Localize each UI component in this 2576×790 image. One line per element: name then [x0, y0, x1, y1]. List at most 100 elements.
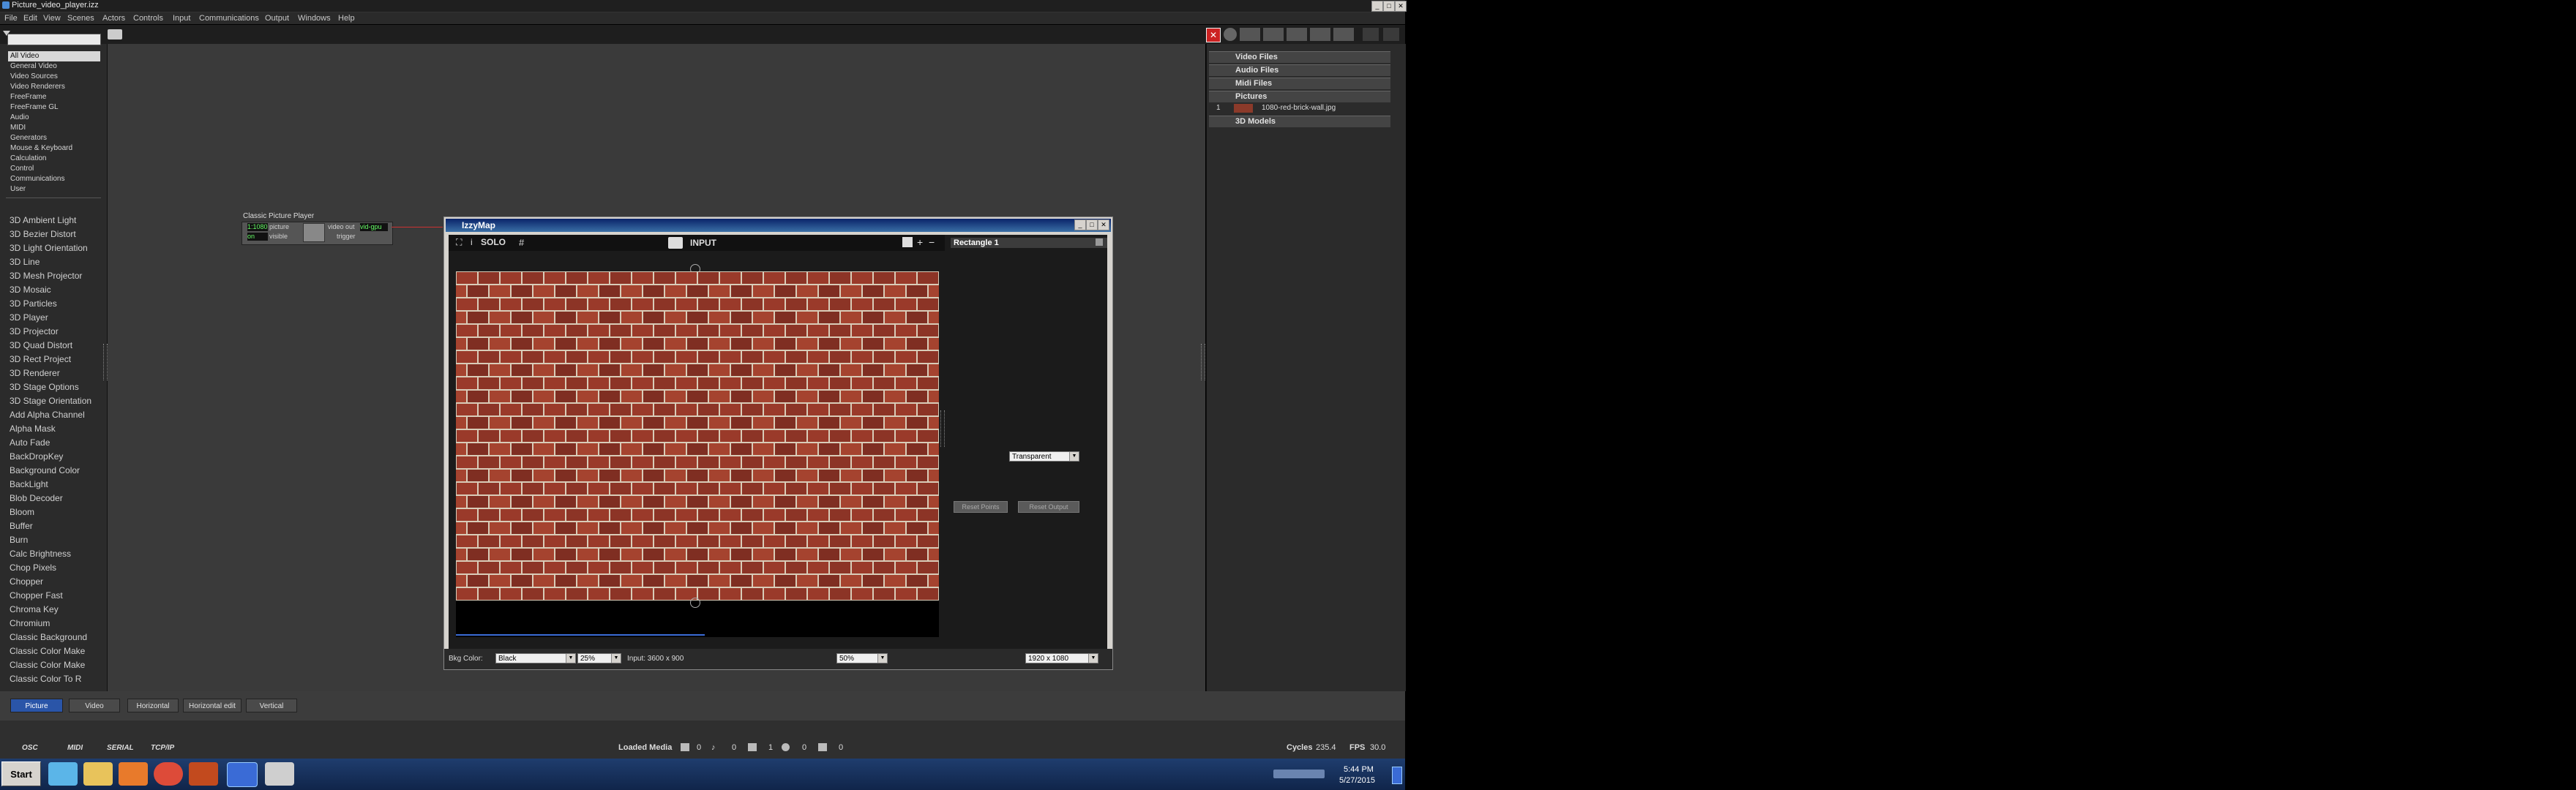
izzymap-maximize-button[interactable]: □ — [1086, 219, 1098, 230]
media-section-3d-models[interactable]: 3D Models — [1209, 116, 1390, 127]
paint-icon[interactable] — [265, 762, 294, 786]
media-section-audio-files[interactable]: Audio Files — [1209, 64, 1390, 76]
scene-tab[interactable]: Horizontal — [127, 699, 179, 712]
macro-icon[interactable] — [1333, 28, 1354, 41]
menu-input[interactable]: Input — [173, 14, 190, 23]
actor-item[interactable]: Chop Pixels — [10, 561, 97, 575]
actor-item[interactable]: Classic Background — [10, 631, 97, 644]
isadora-icon[interactable] — [227, 762, 258, 787]
reset-output-button[interactable]: Reset Output — [1018, 501, 1079, 513]
media-section-pictures[interactable]: Pictures — [1209, 91, 1390, 102]
right-splitter-handle[interactable] — [1201, 344, 1205, 380]
actor-item[interactable]: Chromium — [10, 617, 97, 631]
zoom-out-icon[interactable]: − — [929, 236, 935, 248]
izzymap-close-button[interactable]: ✕ — [1098, 219, 1109, 230]
powerpoint-icon[interactable] — [189, 762, 218, 786]
actor-item[interactable]: 3D Quad Distort — [10, 339, 97, 353]
zoom-select[interactable]: 50% ▼ — [836, 653, 888, 663]
category-item[interactable]: Communications — [8, 174, 100, 184]
add-scene-icon[interactable] — [1240, 28, 1260, 41]
actor-item[interactable]: BackDropKey — [10, 450, 97, 464]
clock-date[interactable]: 5/27/2015 — [1339, 776, 1375, 785]
category-item[interactable]: General Video — [8, 61, 100, 72]
input-camera-icon[interactable] — [668, 237, 683, 249]
actor-item[interactable]: Bloom — [10, 505, 97, 519]
actor-item[interactable]: 3D Mesh Projector — [10, 269, 97, 283]
actor-item[interactable]: Chopper Fast — [10, 589, 97, 603]
menu-windows[interactable]: Windows — [298, 14, 331, 23]
category-item[interactable]: FreeFrame — [8, 92, 100, 102]
scene-tab[interactable]: Horizontal edit — [183, 699, 242, 712]
actor-item[interactable]: BackLight — [10, 478, 97, 492]
actor-item[interactable]: Classic Color To R — [10, 672, 97, 686]
category-item[interactable]: MIDI — [8, 123, 100, 133]
bkg-opacity-select[interactable]: 25% ▼ — [577, 653, 621, 663]
actor-item[interactable]: 3D Renderer — [10, 366, 97, 380]
output-resolution-select[interactable]: 1920 x 1080 ▼ — [1025, 653, 1098, 663]
clock-time[interactable]: 5:44 PM — [1344, 765, 1374, 774]
menu-view[interactable]: View — [43, 14, 61, 23]
actor-item[interactable]: 3D Stage Options — [10, 380, 97, 394]
menu-edit[interactable]: Edit — [23, 14, 37, 23]
actor-item[interactable]: Calc Brightness — [10, 547, 97, 561]
show-desktop-button[interactable] — [1392, 767, 1402, 784]
menu-output[interactable]: Output — [265, 14, 289, 23]
picture-input-value[interactable]: 1:1080 — [247, 223, 268, 231]
media-section-midi-files[interactable]: Midi Files — [1209, 78, 1390, 89]
actor-item[interactable]: 3D Player — [10, 311, 97, 325]
visible-input-value[interactable]: on — [247, 233, 268, 241]
category-item[interactable]: User — [8, 184, 100, 195]
scene-nav-icon[interactable] — [1263, 28, 1284, 41]
media-player-icon[interactable] — [119, 762, 148, 786]
snapshot-icon[interactable] — [902, 237, 913, 247]
category-item[interactable]: All Video — [8, 51, 100, 61]
category-item[interactable]: Generators — [8, 133, 100, 143]
menu-controls[interactable]: Controls — [133, 14, 163, 23]
category-item[interactable]: Control — [8, 164, 100, 174]
pane-splitter-handle[interactable] — [940, 410, 945, 447]
menu-communications[interactable]: Communications — [199, 14, 259, 23]
actor-item[interactable]: Add Alpha Channel — [10, 408, 97, 422]
reset-points-button[interactable]: Reset Points — [954, 501, 1008, 513]
category-item[interactable]: Video Sources — [8, 72, 100, 82]
scene-tab[interactable]: Video — [69, 699, 120, 712]
zoom-in-icon[interactable]: + — [917, 236, 923, 248]
actor-item[interactable]: Buffer — [10, 519, 97, 533]
info-icon[interactable]: i — [471, 237, 473, 247]
category-item[interactable]: FreeFrame GL — [8, 102, 100, 113]
tray-icons[interactable] — [1273, 770, 1325, 778]
bottom-handle[interactable] — [690, 598, 700, 608]
close-button[interactable]: ✕ — [1395, 1, 1407, 12]
izzymap-title-bar[interactable]: IzzyMap _ □ ✕ — [446, 219, 1111, 232]
actor-item[interactable]: Chopper — [10, 575, 97, 589]
actor-item[interactable]: 3D Light Orientation — [10, 241, 97, 255]
izzymap-minimize-button[interactable]: _ — [1074, 219, 1086, 230]
category-item[interactable]: Video Renderers — [8, 82, 100, 92]
stop-icon[interactable]: ✕ — [1206, 28, 1221, 42]
actor-item[interactable]: Chroma Key — [10, 603, 97, 617]
grid-toggle-button[interactable]: # — [519, 237, 524, 248]
actor-item[interactable]: Blob Decoder — [10, 492, 97, 505]
actor-item[interactable]: Classic Color Make — [10, 644, 97, 658]
blend-mode-select[interactable]: Transparent ▼ — [1009, 451, 1079, 462]
camera-icon[interactable] — [108, 29, 122, 40]
actor-item[interactable]: 3D Bezier Distort — [10, 227, 97, 241]
chrome-icon[interactable] — [154, 762, 183, 786]
actor-item[interactable]: Burn — [10, 533, 97, 547]
media-section-video-files[interactable]: Video Files — [1209, 51, 1390, 63]
menu-scenes[interactable]: Scenes — [67, 14, 94, 23]
shape-menu-icon[interactable] — [1096, 238, 1103, 246]
fullscreen-icon[interactable]: ⛶ — [456, 237, 462, 248]
actor-search-input[interactable] — [7, 34, 101, 45]
actor-item[interactable]: 3D Projector — [10, 325, 97, 339]
menu-actors[interactable]: Actors — [102, 14, 125, 23]
mute-icon[interactable] — [1224, 28, 1237, 41]
user-actor-icon[interactable] — [1310, 28, 1330, 41]
video-output-value[interactable]: vid-gpu — [360, 223, 388, 231]
scene-tab[interactable]: Vertical — [246, 699, 297, 712]
actor-item[interactable]: Auto Fade — [10, 436, 97, 450]
stage-icon[interactable] — [1287, 28, 1307, 41]
brick-wall-input-image[interactable] — [456, 271, 939, 601]
actor-item[interactable]: 3D Mosaic — [10, 283, 97, 297]
actor-item[interactable]: Classic Color Make — [10, 658, 97, 672]
